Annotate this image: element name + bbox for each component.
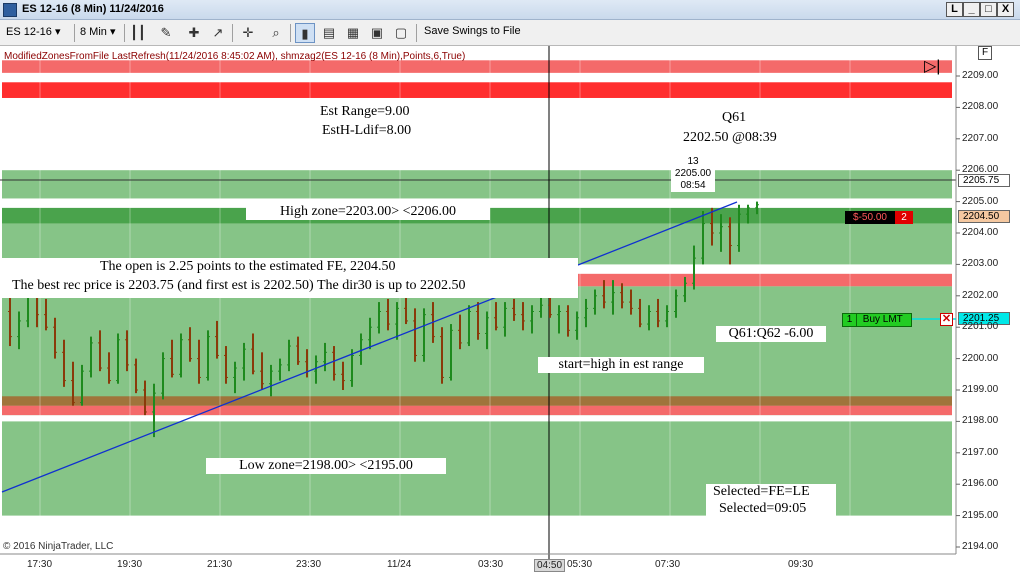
- toolbar-separator: [124, 24, 125, 42]
- position-quantity[interactable]: 2: [895, 211, 913, 224]
- selected-line-1: Selected=FE=LE: [713, 484, 810, 499]
- cancel-order-icon[interactable]: ✕: [940, 313, 953, 326]
- chevron-down-icon: ▾: [54, 26, 61, 38]
- chart-area[interactable]: ModifiedZonesFromFile LastRefresh(11/24/…: [0, 46, 1020, 572]
- y-tick-label: 2202.00: [962, 289, 999, 301]
- swing-price: 2205.00: [674, 168, 712, 179]
- instrument-selector[interactable]: ES 12-16 ▾: [6, 25, 60, 38]
- est-range-label: Est Range=9.00: [320, 104, 410, 119]
- save-swings-button[interactable]: Save Swings to File: [424, 25, 521, 37]
- x-tick-label: 21:30: [207, 559, 233, 570]
- swing-label-box: 13 2205.00 08:54: [671, 156, 715, 192]
- window-title: ES 12-16 (8 Min) 11/24/2016: [22, 3, 164, 15]
- esth-ldif-label: EstH-Ldif=8.00: [322, 123, 412, 138]
- q61-value: 2202.50 @08:39: [683, 130, 777, 145]
- toolbar-separator: [416, 24, 417, 42]
- q61-q62-label: Q61:Q62 -6.00: [716, 326, 826, 342]
- zoom-icon[interactable]: ⌕: [266, 23, 286, 43]
- chart-properties-icon[interactable]: ▦: [343, 23, 363, 43]
- instrument-label: ES 12-16: [6, 26, 52, 38]
- zone-band-8: [2, 82, 952, 98]
- play-pause-icon[interactable]: ▷|: [924, 58, 946, 76]
- y-tick-label: 2208.00: [962, 101, 999, 113]
- add-indicator-icon[interactable]: ✚: [184, 23, 204, 43]
- open-text-box: The open is 2.25 points to the estimated…: [0, 258, 578, 298]
- y-tick-label: 2201.00: [962, 321, 999, 333]
- buy-order-qty: 1: [843, 314, 857, 326]
- y-tick-label: 2194.00: [962, 541, 999, 552]
- x-tick-label: 05:30: [567, 559, 593, 570]
- chart-trader-icon[interactable]: ▮: [295, 23, 315, 43]
- interval-selector[interactable]: 8 Min ▾: [80, 25, 116, 38]
- y-tick-label: 2207.00: [962, 132, 999, 144]
- selected-line-2: Selected=09:05: [719, 501, 807, 516]
- toolbar-separator: [232, 24, 233, 42]
- chart-toolbar: ES 12-16 ▾ 8 Min ▾ ┃┃ ✎ ✚ ↗ ✛ ⌕ ▮ ▤ ▦ ▣ …: [0, 20, 1020, 46]
- swing-time: 08:54: [680, 180, 706, 191]
- open-line-2: The best rec price is 2203.75 (and first…: [12, 278, 466, 293]
- window-titlebar: ES 12-16 (8 Min) 11/24/2016 L _ □ X: [0, 0, 1020, 20]
- window-close-button[interactable]: X: [997, 2, 1014, 17]
- window-maximize-button[interactable]: □: [980, 2, 997, 17]
- position-pnl[interactable]: $-50.00: [845, 211, 895, 224]
- screenshot-icon[interactable]: ▣: [367, 23, 387, 43]
- order-entry-icon[interactable]: ▢: [391, 23, 411, 43]
- drawing-tool-icon[interactable]: ✎: [156, 23, 176, 43]
- last-price-tag: 2205.75: [958, 174, 1010, 187]
- x-tick-label: 04:50: [534, 559, 566, 572]
- f-button[interactable]: F: [978, 46, 992, 60]
- y-tick-label: 2195.00: [962, 509, 999, 521]
- q61-title: Q61: [722, 110, 747, 125]
- x-tick-label: 19:30: [117, 559, 143, 570]
- y-tick-label: 2198.00: [962, 415, 999, 427]
- chevron-down-icon: ▾: [109, 26, 116, 38]
- low-zone-label: Low zone=2198.00> <2195.00: [206, 458, 446, 474]
- x-tick-label: 09:30: [788, 559, 814, 570]
- y-tick-label: 2204.00: [962, 227, 999, 238]
- buy-order-label: Buy LMT: [862, 314, 903, 325]
- start-high-label: start=high in est range: [538, 357, 704, 373]
- toolbar-separator: [74, 24, 75, 42]
- copyright-label: © 2016 NinjaTrader, LLC: [3, 541, 114, 552]
- interval-label: 8 Min: [80, 26, 107, 38]
- open-line-1: The open is 2.25 points to the estimated…: [100, 259, 396, 274]
- x-tick-label: 03:30: [478, 559, 504, 570]
- zone-band-0: [2, 170, 952, 199]
- position-price-tag: 2204.50: [958, 210, 1010, 223]
- y-tick-label: 2199.00: [962, 384, 999, 395]
- toolbar-separator: [290, 24, 291, 42]
- price-chart[interactable]: [0, 46, 1020, 572]
- y-tick-label: 2197.00: [962, 446, 999, 458]
- buy-limit-order[interactable]: 1 Buy LMT: [842, 313, 912, 327]
- crosshair-icon[interactable]: ✛: [238, 23, 258, 43]
- x-tick-label: 17:30: [27, 559, 53, 570]
- bar-type-icon[interactable]: ┃┃: [128, 23, 148, 43]
- app-icon: [3, 3, 17, 17]
- y-tick-label: 2203.00: [962, 258, 999, 270]
- selected-box: Selected=FE=LE Selected=09:05: [706, 484, 836, 518]
- x-tick-label: 11/24: [387, 559, 412, 570]
- high-zone-label: High zone=2203.00> <2206.00: [246, 204, 490, 220]
- y-tick-label: 2200.00: [962, 352, 999, 364]
- strategy-icon[interactable]: ↗: [208, 23, 228, 43]
- indicator-label: ModifiedZonesFromFile LastRefresh(11/24/…: [4, 51, 466, 62]
- window-link-button[interactable]: L: [946, 2, 963, 17]
- y-tick-label: 2196.00: [962, 478, 999, 490]
- x-tick-label: 07:30: [655, 559, 681, 570]
- data-box-icon[interactable]: ▤: [319, 23, 339, 43]
- zone-band-9: [2, 60, 952, 73]
- window-minimize-button[interactable]: _: [963, 2, 980, 17]
- y-tick-label: 2206.00: [962, 164, 999, 176]
- x-tick-label: 23:30: [296, 559, 322, 570]
- y-tick-label: 2205.00: [962, 195, 999, 207]
- y-tick-label: 2209.00: [962, 70, 999, 81]
- swing-count: 13: [687, 156, 699, 167]
